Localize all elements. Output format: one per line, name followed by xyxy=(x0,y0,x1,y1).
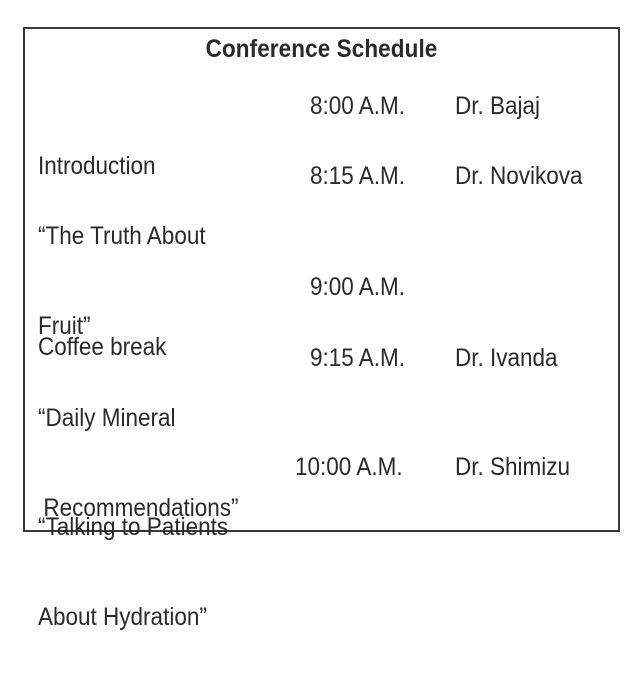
event-speaker: Dr. Shimizu xyxy=(455,453,571,481)
event-name-line2: About Hydration” xyxy=(38,603,207,631)
schedule-title: Conference Schedule xyxy=(205,35,438,63)
conference-schedule-table: Conference Schedule Introduction 8:00 A.… xyxy=(23,27,620,631)
event-time: 9:00 A.M. xyxy=(310,273,406,301)
event-name-line1: “The Truth About xyxy=(38,222,206,250)
event-name-line1: “Talking to Patients xyxy=(38,513,229,541)
event-time: 8:00 A.M. xyxy=(310,92,406,120)
event-speaker: Dr. Ivanda xyxy=(455,344,558,372)
event-name: “Talking to Patients About Hydration” xyxy=(38,452,308,692)
event-time: 8:15 A.M. xyxy=(310,162,406,190)
event-time: 9:15 A.M. xyxy=(310,344,406,372)
event-speaker: Dr. Novikova xyxy=(455,162,583,190)
event-speaker: Dr. Bajaj xyxy=(455,92,541,120)
event-name-line1: “Daily Mineral xyxy=(38,404,176,432)
event-time: 10:00 A.M. xyxy=(295,453,403,481)
